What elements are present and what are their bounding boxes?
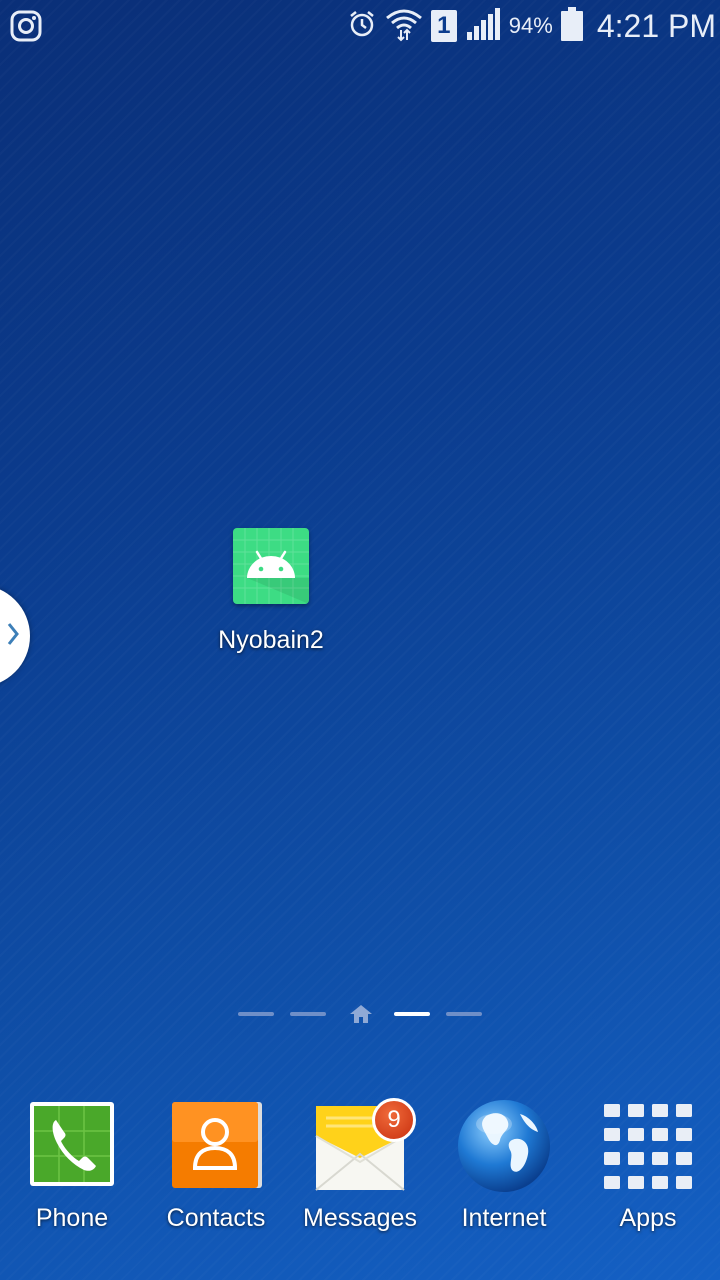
unread-badge: 9	[372, 1098, 416, 1142]
wifi-icon	[385, 6, 423, 47]
contacts-icon	[168, 1096, 264, 1192]
app-label: Nyobain2	[218, 626, 324, 654]
clock: 4:21 PM	[596, 7, 716, 44]
dock-item-contacts[interactable]: Contacts	[144, 1096, 288, 1233]
page-dot-5[interactable]	[446, 1012, 482, 1016]
dock-label: Messages	[303, 1204, 417, 1232]
edge-panel-handle[interactable]	[0, 585, 30, 687]
wallpaper	[0, 0, 720, 1280]
instagram-icon	[10, 10, 42, 47]
globe-icon	[456, 1096, 552, 1192]
page-dot-active[interactable]	[394, 1012, 430, 1016]
app-shortcut-nyobain2[interactable]: Nyobain2	[200, 528, 342, 655]
sim-1-icon: 1	[430, 10, 457, 42]
android-app-icon	[233, 528, 309, 604]
page-indicator[interactable]	[0, 1004, 720, 1026]
status-bar[interactable]: 1 94% 4:21 PM	[0, 0, 720, 52]
alarm-icon	[347, 9, 377, 44]
dock: Phone Contacts 9 Messages Internet Apps	[0, 1096, 720, 1246]
chevron-right-icon	[6, 621, 20, 652]
battery-percent: 94%	[508, 13, 553, 38]
dock-item-messages[interactable]: 9 Messages	[288, 1096, 432, 1233]
dock-label: Internet	[461, 1204, 547, 1232]
page-dot-2[interactable]	[290, 1012, 326, 1016]
dock-label: Contacts	[166, 1204, 266, 1232]
phone-icon	[24, 1096, 120, 1192]
home-page-icon[interactable]	[349, 1004, 373, 1029]
page-dot-1[interactable]	[238, 1012, 274, 1016]
dock-item-apps[interactable]: Apps	[576, 1096, 720, 1233]
dock-item-internet[interactable]: Internet	[432, 1096, 576, 1233]
dock-item-phone[interactable]: Phone	[0, 1096, 144, 1233]
apps-grid-icon	[600, 1096, 696, 1192]
battery-icon	[560, 6, 583, 46]
dock-label: Phone	[35, 1204, 109, 1232]
messages-icon: 9	[312, 1096, 416, 1192]
signal-icon	[465, 7, 501, 45]
dock-label: Apps	[619, 1204, 677, 1232]
